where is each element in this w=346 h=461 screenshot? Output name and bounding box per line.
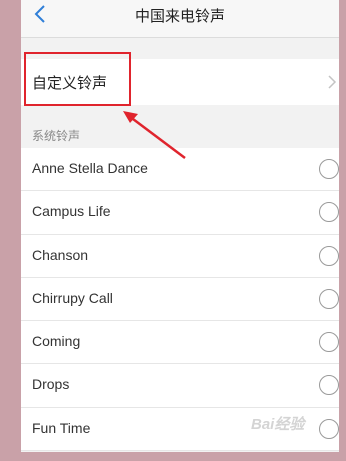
ringtone-item[interactable]: Campus Life — [21, 191, 339, 235]
ringtone-name: Drops — [32, 376, 70, 393]
ringtone-item[interactable]: Coming — [21, 321, 339, 365]
ringtone-name: Coming — [32, 333, 81, 350]
radio-button[interactable] — [319, 332, 339, 353]
arrow-annotation — [123, 111, 186, 159]
section-label: 系统铃声 — [32, 129, 81, 143]
ringtone-name: Anne Stella Dance — [32, 160, 148, 176]
radio-button[interactable] — [319, 202, 339, 223]
radio-button[interactable] — [319, 245, 339, 266]
radio-button[interactable] — [319, 418, 339, 439]
ringtone-name: Chirrupy Call — [32, 289, 113, 306]
chevron-right-icon — [328, 75, 337, 89]
ringtone-list: Anne Stella Dance Campus Life Chanson Chirr… — [21, 148, 339, 452]
ringtone-name: Chanson — [32, 246, 89, 263]
ringtone-item[interactable]: Drops — [21, 364, 339, 408]
phone-screen: 中国来电铃声 自定义铃声 系统铃声 Anne Stella Dance Campu… — [21, 0, 339, 452]
highlight-annotation — [24, 52, 131, 106]
ringtone-name: Fun Time — [32, 419, 91, 436]
radio-button[interactable] — [319, 288, 339, 309]
watermark-logo: Bai经验 — [251, 416, 305, 433]
ringtone-name: Campus Life — [32, 203, 111, 220]
page-title: 中国来电铃声 — [134, 7, 225, 25]
radio-button[interactable] — [319, 159, 339, 179]
nav-header: 中国来电铃声 — [21, 0, 339, 38]
ringtone-item[interactable]: Chanson — [21, 235, 339, 278]
ringtone-item[interactable]: Chirrupy Call — [21, 278, 339, 322]
radio-button[interactable] — [319, 375, 339, 396]
